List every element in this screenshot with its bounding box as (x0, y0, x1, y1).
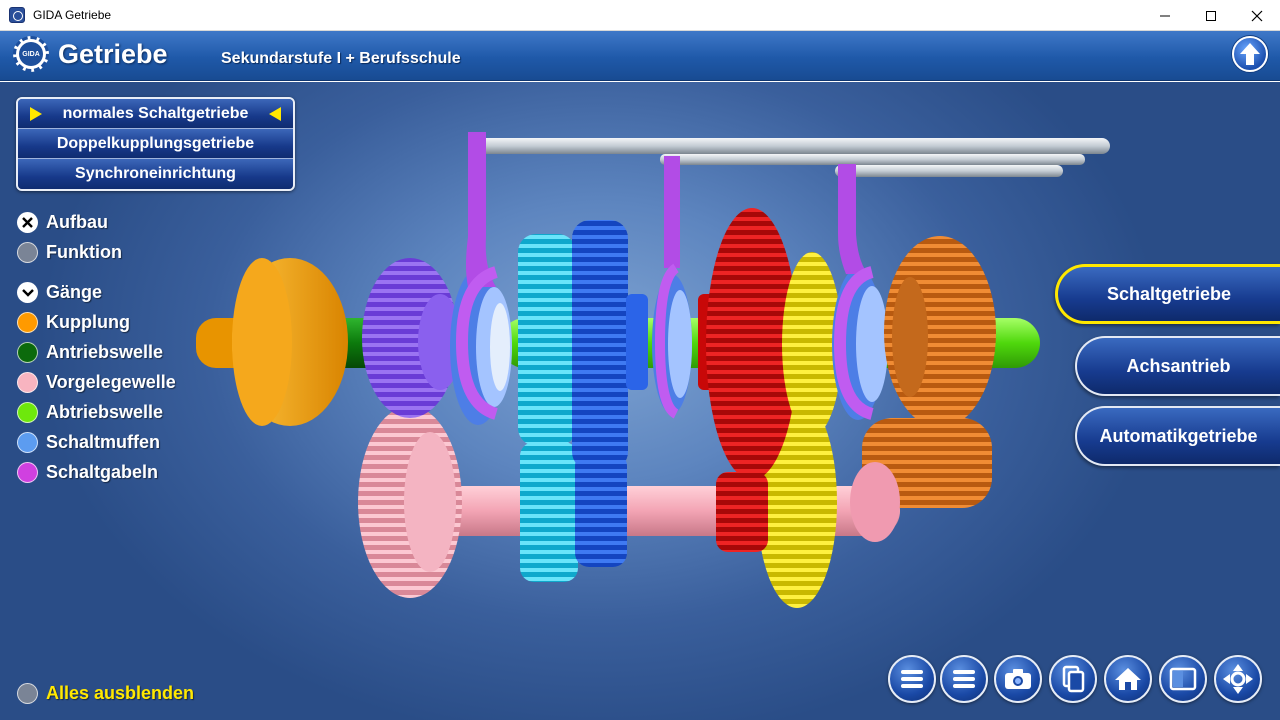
color-dot-icon (17, 312, 38, 333)
tab-label: Achsantrieb (1126, 355, 1231, 376)
legend-label: Antriebswelle (46, 342, 164, 362)
window-title: GIDA Getriebe (33, 8, 112, 22)
legend-item-kupplung[interactable]: Kupplung (17, 312, 130, 333)
legend-item-schaltmuffen[interactable]: Schaltmuffen (17, 432, 160, 453)
app-header: GIDA Getriebe Sekundarstufe I + Berufssc… (0, 31, 1280, 81)
camera-icon (1005, 669, 1031, 689)
menu-item-label: Synchroneinrichtung (75, 165, 236, 182)
color-dot-icon (17, 462, 38, 483)
legend-item-vorgelegewelle[interactable]: Vorgelegewelle (17, 372, 176, 393)
selected-arrow-left-icon (30, 107, 42, 121)
toggle-alles-ausblenden[interactable]: Alles ausblenden (17, 683, 194, 704)
pages-icon (1062, 665, 1085, 693)
minimize-icon (1160, 15, 1170, 16)
legend-label: Abtriebswelle (46, 402, 164, 422)
up-button[interactable] (1232, 36, 1268, 72)
color-dot-icon (17, 372, 38, 393)
list-icon (953, 670, 975, 688)
app-icon (9, 7, 25, 23)
legend-label: Schaltgabeln (46, 462, 159, 482)
legend-label: Kupplung (46, 312, 130, 332)
page-title: Getriebe (58, 39, 168, 69)
menu-item-normales-schaltgetriebe[interactable]: normales Schaltgetriebe (18, 99, 293, 129)
toggle-funktion[interactable]: Funktion (17, 242, 122, 263)
model-stage: normales Schaltgetriebe Doppelkupplungsg… (0, 82, 1280, 720)
hide-all-label: Alles ausblenden (46, 683, 195, 703)
pages-button[interactable] (1049, 655, 1097, 703)
legend-item-antriebswelle[interactable]: Antriebswelle (17, 342, 163, 363)
screenshot-button[interactable] (994, 655, 1042, 703)
legend-label: Schaltmuffen (46, 432, 161, 452)
list-button[interactable] (940, 655, 988, 703)
legend-item-schaltgabeln[interactable]: Schaltgabeln (17, 462, 158, 483)
menu-button[interactable] (888, 655, 936, 703)
window-button[interactable] (1159, 655, 1207, 703)
color-dot-icon (17, 402, 38, 423)
toggle-gaenge[interactable]: Gänge (17, 282, 102, 303)
color-dot-icon (17, 342, 38, 363)
legend-label: Vorgelegewelle (46, 372, 176, 392)
tab-automatikgetriebe[interactable]: Automatikgetriebe (1075, 406, 1280, 466)
variant-menu: normales Schaltgetriebe Doppelkupplungsg… (16, 97, 295, 191)
menu-item-label: normales Schaltgetriebe (62, 104, 249, 122)
gida-logo: GIDA (13, 36, 49, 72)
minimize-button[interactable] (1142, 0, 1188, 31)
tab-label: Automatikgetriebe (1099, 425, 1258, 446)
tab-achsantrieb[interactable]: Achsantrieb (1075, 336, 1280, 396)
funktion-label: Funktion (46, 242, 122, 262)
window-icon (1169, 667, 1197, 691)
gida-logo-text: GIDA (19, 42, 43, 66)
arrow-up-icon (1240, 43, 1260, 65)
chevron-down-icon (17, 282, 38, 303)
radio-off-icon (17, 242, 38, 263)
close-button[interactable] (1234, 0, 1280, 31)
tab-schaltgetriebe[interactable]: Schaltgetriebe (1055, 264, 1280, 324)
home-button[interactable] (1104, 655, 1152, 703)
color-dot-icon (17, 432, 38, 453)
tab-label: Schaltgetriebe (1106, 283, 1232, 304)
radio-off-icon (17, 683, 38, 704)
gaenge-label: Gänge (46, 282, 103, 302)
aufbau-label: Aufbau (46, 212, 108, 232)
home-icon (1115, 668, 1141, 690)
menu-item-label: Doppelkupplungsgetriebe (56, 134, 255, 152)
toggle-aufbau[interactable]: Aufbau (17, 212, 108, 233)
move-icon (1223, 664, 1253, 694)
close-icon (1251, 10, 1263, 21)
maximize-button[interactable] (1188, 0, 1234, 31)
maximize-icon (1206, 10, 1216, 21)
navigation-button[interactable] (1214, 655, 1262, 703)
menu-item-synchroneinrichtung[interactable]: Synchroneinrichtung (18, 159, 293, 189)
selected-arrow-right-icon (269, 107, 281, 121)
legend-item-abtriebswelle[interactable]: Abtriebswelle (17, 402, 163, 423)
window-controls (1142, 0, 1280, 31)
close-x-icon (17, 212, 38, 233)
menu-icon (901, 670, 923, 688)
menu-item-doppelkupplungsgetriebe[interactable]: Doppelkupplungsgetriebe (18, 129, 293, 159)
window-titlebar: GIDA Getriebe (0, 0, 1280, 31)
page-subtitle: Sekundarstufe I + Berufsschule (221, 50, 461, 67)
